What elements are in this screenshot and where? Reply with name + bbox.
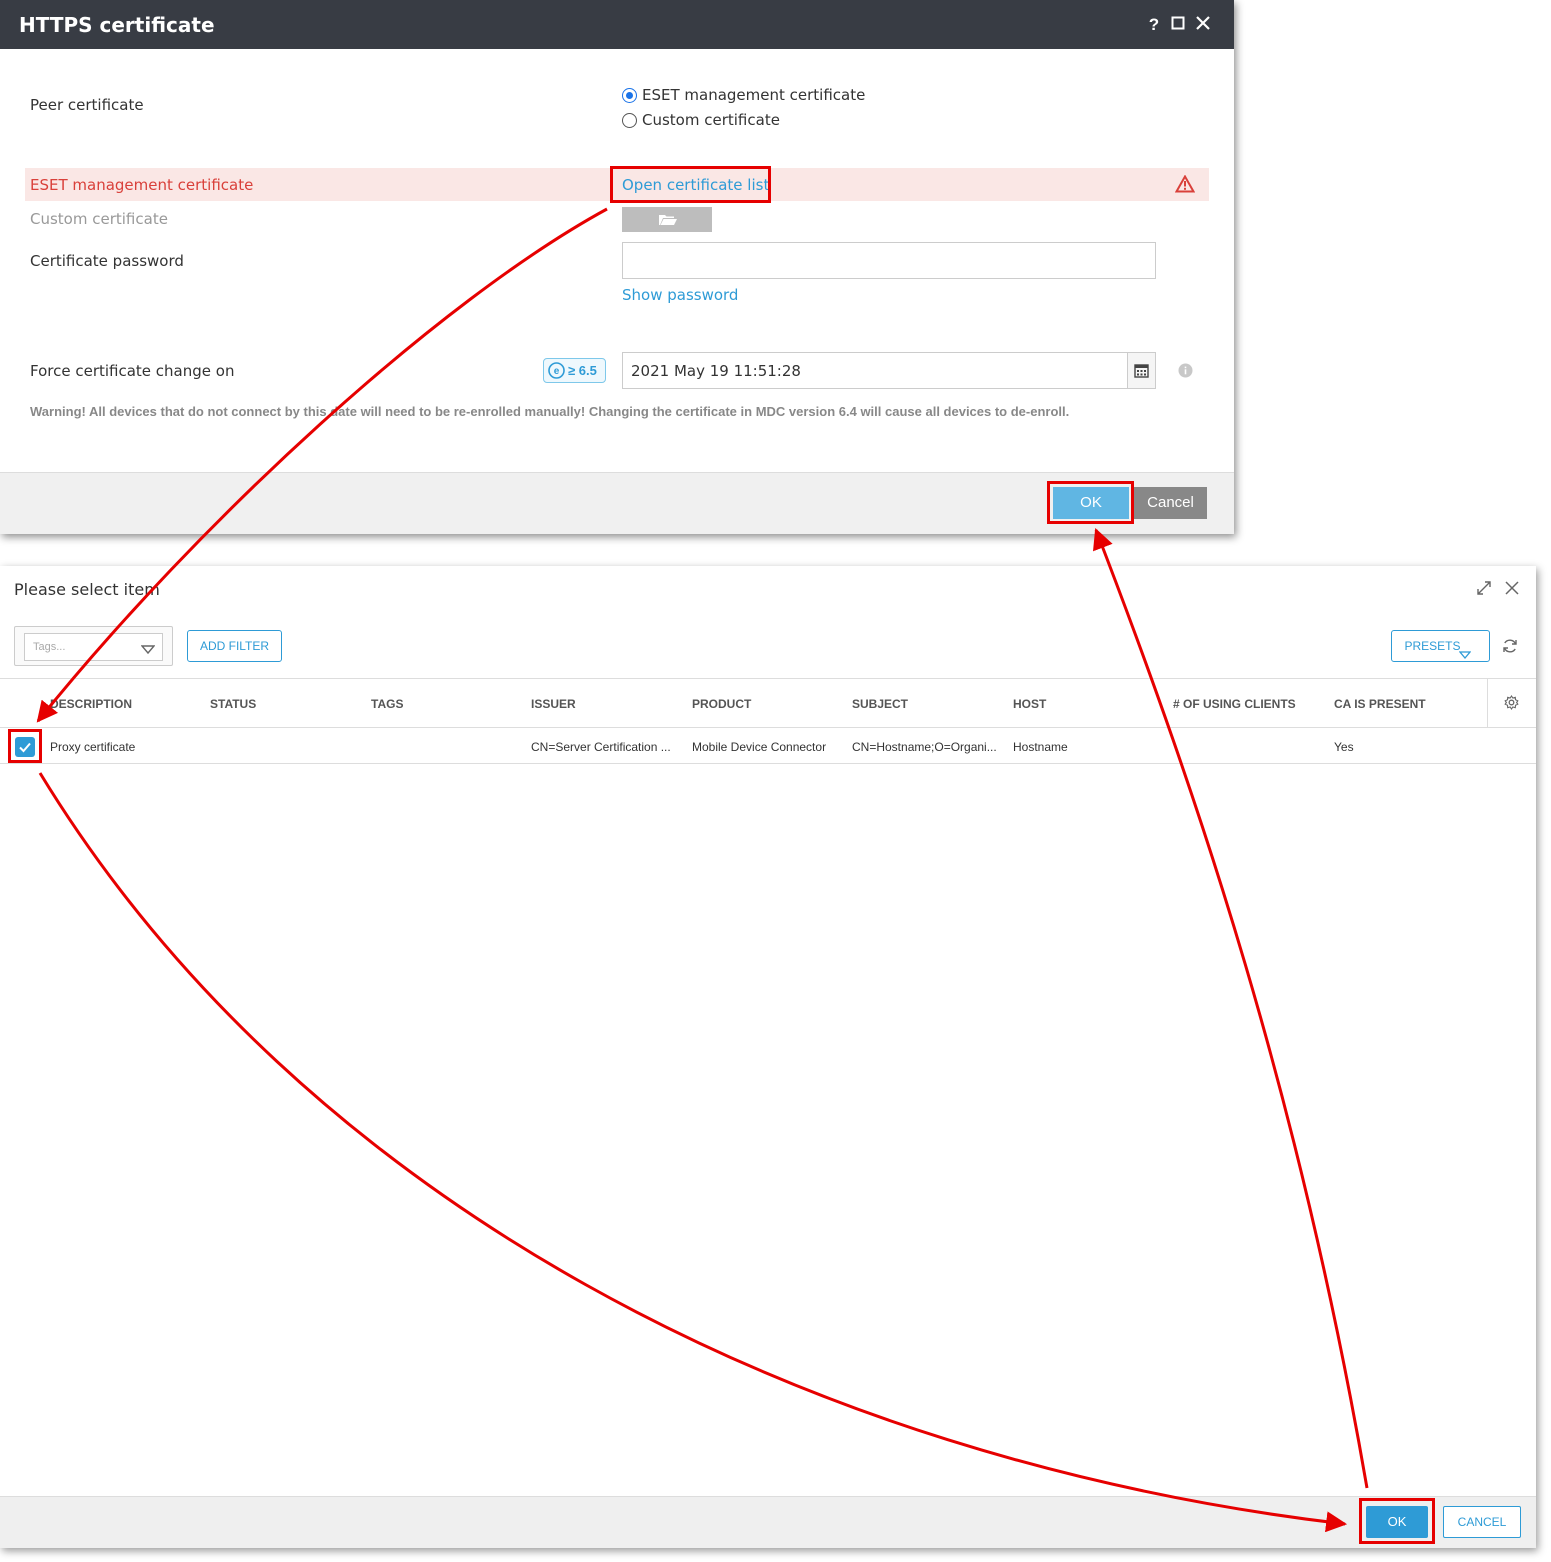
dialog-title: Please select item [14,580,160,599]
eset-e-icon: e [548,362,565,386]
cell-product: Mobile Device Connector [692,740,827,754]
chevron-down-icon [1458,641,1472,671]
column-header-ca-present[interactable]: CA IS PRESENT [1334,697,1426,711]
version-badge-text: ≥ 6.5 [568,363,597,378]
grid-header: DESCRIPTION STATUS TAGS ISSUER PRODUCT S… [0,678,1536,728]
custom-certificate-label: Custom certificate [30,210,168,228]
peer-certificate-label: Peer certificate [30,96,144,114]
select-item-dialog: Please select item Tags... ADD FILTER PR… [0,566,1536,1548]
tags-dropdown-button[interactable] [133,633,163,661]
highlight-open-certificate-list [610,166,771,203]
column-header-using-clients[interactable]: # OF USING CLIENTS [1173,697,1296,711]
gear-icon[interactable] [1504,694,1519,715]
eset-management-certificate-label: ESET management certificate [30,176,254,194]
column-header-tags[interactable]: TAGS [371,697,403,711]
version-badge: e ≥ 6.5 [543,358,606,383]
presets-label: PRESETS [1404,639,1461,653]
radio-selected-icon[interactable] [622,87,637,103]
table-row[interactable]: Proxy certificate CN=Server Certificatio… [0,729,1536,764]
add-filter-button[interactable]: ADD FILTER [187,630,282,662]
highlight-select-ok-button [1359,1498,1435,1544]
highlight-ok-button [1047,481,1134,524]
radio-label: ESET management certificate [642,86,866,104]
calendar-icon [1134,363,1149,382]
browse-folder-button[interactable] [622,207,712,232]
column-header-description[interactable]: DESCRIPTION [50,697,132,711]
refresh-icon[interactable] [1502,638,1518,659]
cancel-button[interactable]: CANCEL [1443,1506,1521,1538]
expand-icon[interactable] [1476,580,1492,601]
chevron-down-icon [140,642,156,660]
warning-triangle-icon [1174,174,1196,198]
https-certificate-dialog: HTTPS certificate ? Peer certificate ESE… [0,0,1234,534]
date-value: 2021 May 19 11:51:28 [631,362,801,380]
warning-text: Warning! All devices that do not connect… [30,404,1070,419]
force-certificate-change-label: Force certificate change on [30,362,235,380]
force-change-date-input[interactable]: 2021 May 19 11:51:28 [622,352,1156,389]
show-password-link[interactable]: Show password [622,286,738,304]
cell-description: Proxy certificate [50,740,136,754]
svg-text:e: e [554,366,560,377]
radio-unselected-icon[interactable] [622,112,637,128]
help-icon[interactable]: ? [1144,15,1164,35]
column-divider [1487,679,1488,727]
tags-filter: Tags... [14,626,173,666]
dialog-titlebar: HTTPS certificate ? [0,0,1234,49]
radio-custom-certificate[interactable]: Custom certificate [622,111,780,129]
cell-host: Hostname [1013,740,1068,754]
cancel-button[interactable]: Cancel [1134,487,1207,519]
dialog-footer [0,1496,1536,1548]
cell-subject: CN=Hostname;O=Organi... [852,740,997,754]
close-icon[interactable] [1505,581,1519,600]
tags-input[interactable]: Tags... [24,633,134,661]
dialog-title: HTTPS certificate [19,13,215,37]
radio-label: Custom certificate [642,111,780,129]
certificate-password-label: Certificate password [30,252,184,270]
column-header-subject[interactable]: SUBJECT [852,697,908,711]
column-header-issuer[interactable]: ISSUER [531,697,576,711]
radio-eset-management-certificate[interactable]: ESET management certificate [622,86,865,104]
certificate-password-input[interactable] [622,242,1156,279]
calendar-button[interactable] [1127,353,1155,388]
maximize-icon[interactable] [1168,15,1188,35]
column-header-product[interactable]: PRODUCT [692,697,751,711]
presets-button[interactable]: PRESETS [1391,630,1490,662]
cell-issuer: CN=Server Certification ... [531,740,671,754]
highlight-row-checkbox [8,729,42,763]
info-icon[interactable] [1178,363,1193,383]
folder-open-icon [658,213,678,231]
tags-placeholder: Tags... [33,641,66,653]
column-header-status[interactable]: STATUS [210,697,256,711]
close-icon[interactable] [1193,15,1213,35]
cell-ca-present: Yes [1334,740,1354,754]
column-header-host[interactable]: HOST [1013,697,1046,711]
